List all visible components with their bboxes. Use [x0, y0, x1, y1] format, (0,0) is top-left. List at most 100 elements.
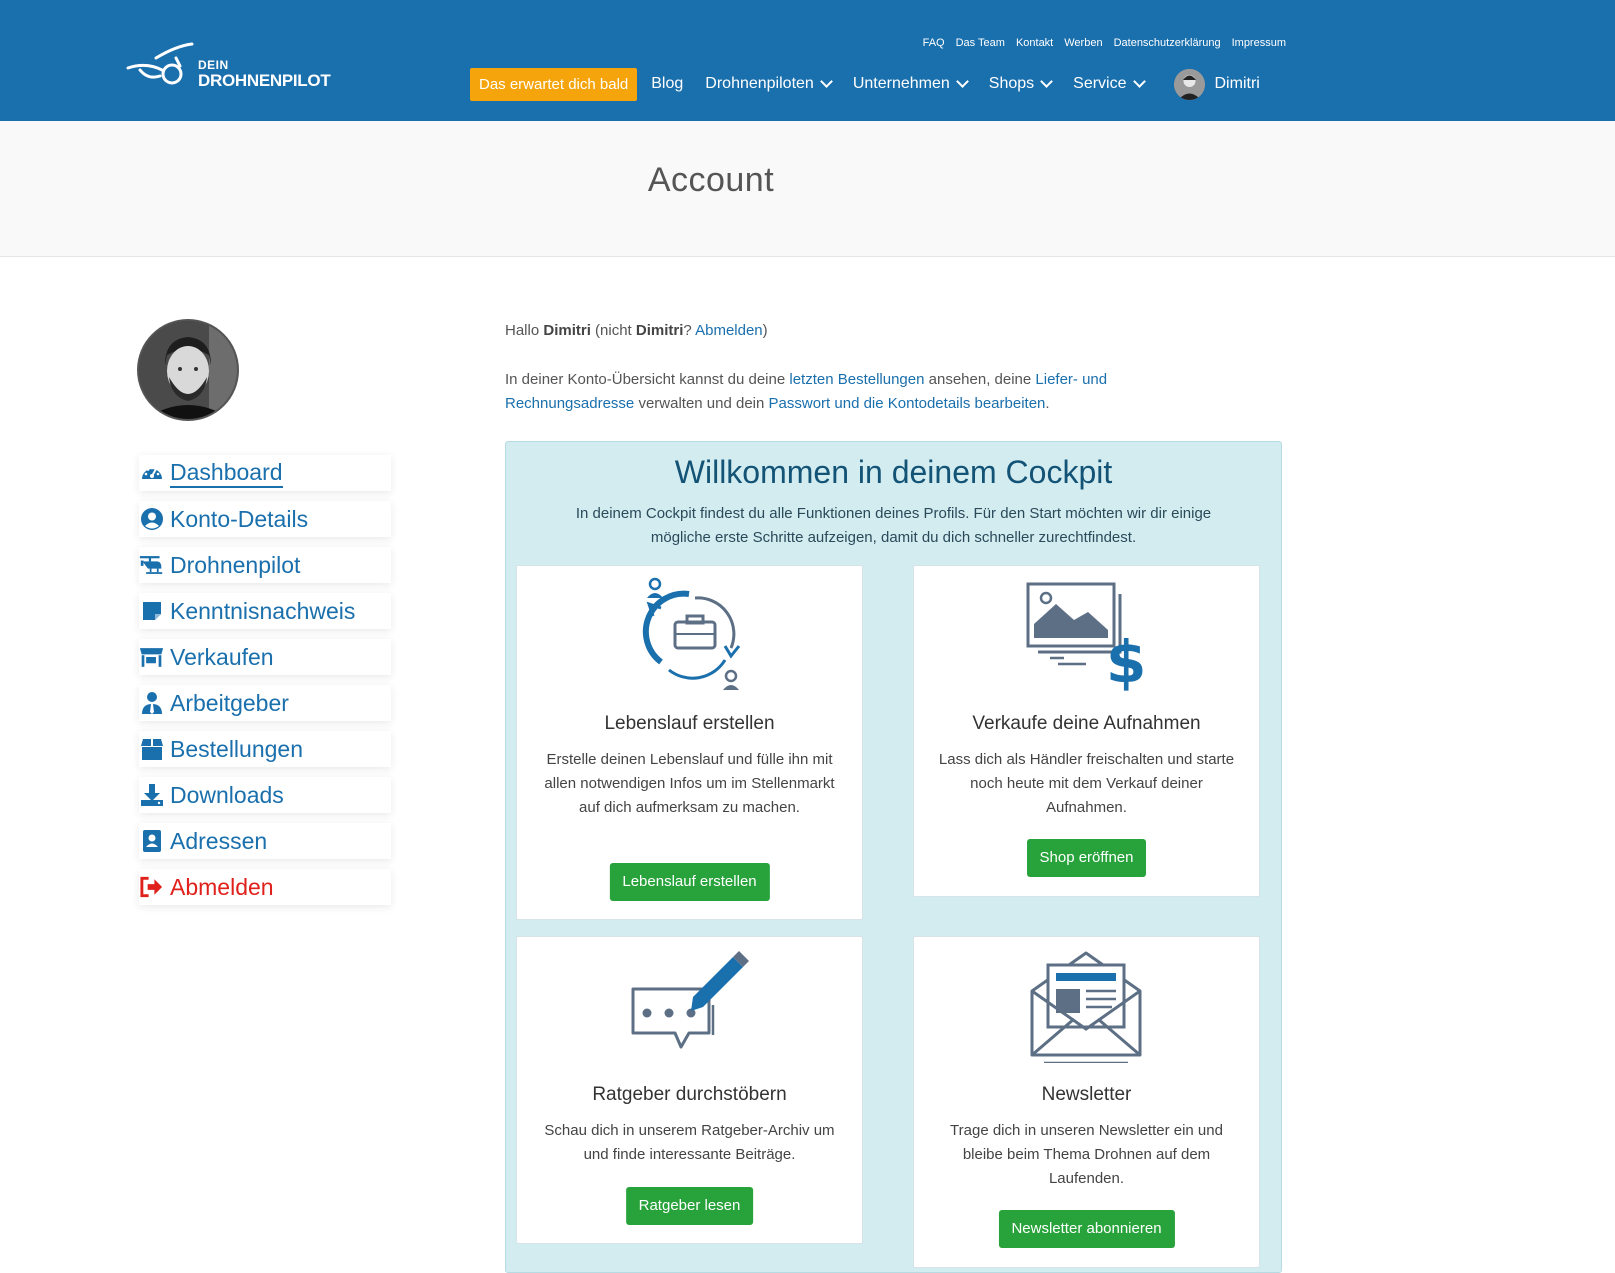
toplink-kontakt[interactable]: Kontakt	[1016, 37, 1053, 49]
main-nav: Das erwartet dich bald Blog Drohnenpilot…	[470, 66, 1260, 102]
sidebar-item-kenntnisnachweis[interactable]: Kenntnisnachweis	[139, 593, 391, 629]
greeting-name: Dimitri	[543, 322, 591, 339]
chevron-down-icon	[1040, 75, 1054, 88]
greeting-hallo: Hallo	[505, 322, 540, 339]
employer-icon	[139, 691, 164, 716]
nav-drohnenpiloten[interactable]: Drohnenpiloten	[705, 75, 833, 93]
newsletter-envelope-icon	[914, 943, 1259, 1065]
chevron-down-icon	[819, 75, 833, 88]
profile-avatar	[139, 321, 237, 419]
card-verkaufen: $ Verkaufe deine Aufnahmen Lass dich als…	[913, 565, 1260, 897]
chevron-down-icon	[955, 75, 969, 88]
card-title: Lebenslauf erstellen	[604, 713, 775, 734]
card-text: Erstelle deinen Lebenslauf und fülle ihn…	[544, 751, 835, 816]
nav-unternehmen-label: Unternehmen	[852, 75, 950, 92]
cockpit-description: In deinem Cockpit findest du alle Funkti…	[575, 505, 1212, 546]
cv-cycle-icon	[517, 572, 862, 692]
sidebar-item-label: Kenntnisnachweis	[170, 597, 356, 624]
sidebar-item-verkaufen[interactable]: Verkaufen	[139, 639, 391, 675]
note-icon	[139, 599, 164, 624]
image-sale-icon: $	[914, 572, 1259, 696]
sidebar-item-label: Dashboard	[170, 459, 283, 488]
card-title: Ratgeber durchstöbern	[592, 1084, 787, 1105]
top-links: FAQ Das Team Kontakt Werben Datenschutze…	[923, 37, 1286, 49]
page-title-band: Account	[0, 121, 1615, 257]
drone-pilot-logo-icon	[126, 42, 194, 85]
account-intro: In deiner Konto-Übersicht kannst du dein…	[505, 368, 1225, 416]
card-title: Newsletter	[1041, 1084, 1132, 1105]
sidebar-item-abmelden[interactable]: Abmelden	[139, 869, 391, 905]
sidebar-item-label: Bestellungen	[170, 735, 303, 762]
sidebar-item-downloads[interactable]: Downloads	[139, 777, 391, 813]
sidebar-item-konto-details[interactable]: Konto-Details	[139, 501, 391, 537]
intro-text-1: In deiner Konto-Übersicht kannst du dein…	[505, 371, 786, 388]
nav-blog[interactable]: Blog	[651, 75, 683, 93]
cockpit-panel: Willkommen in deinem Cockpit In deinem C…	[505, 441, 1282, 1273]
nav-drohnenpiloten-label: Drohnenpiloten	[705, 75, 814, 92]
logo-text-small: DEIN	[198, 58, 229, 72]
card-text: Lass dich als Händler freischalten und s…	[938, 751, 1235, 816]
nav-service[interactable]: Service	[1073, 75, 1146, 93]
toplink-datenschutz[interactable]: Datenschutzerklärung	[1114, 37, 1221, 49]
chevron-down-icon	[1132, 75, 1146, 88]
greeting-name2: Dimitri	[635, 322, 684, 339]
card-title: Verkaufe deine Aufnahmen	[972, 713, 1201, 734]
nav-user-name: Dimitri	[1214, 75, 1260, 92]
greeting-nicht: (nicht	[595, 322, 632, 339]
greeting-question: ?	[683, 322, 692, 339]
address-book-icon	[139, 829, 164, 854]
sidebar-item-label: Abmelden	[170, 873, 274, 900]
nav-shops-label: Shops	[988, 75, 1035, 92]
box-icon	[139, 737, 164, 762]
card-text: Schau dich in unserem Ratgeber-Archiv um…	[544, 1122, 835, 1163]
intro-text-4: .	[1045, 395, 1050, 412]
sidebar-item-label: Konto-Details	[170, 505, 309, 532]
create-cv-button[interactable]: Lebenslauf erstellen	[609, 863, 770, 901]
greeting: Hallo Dimitri (nicht Dimitri? Abmelden)	[505, 322, 768, 339]
sidebar-item-dashboard[interactable]: Dashboard	[139, 455, 391, 491]
orders-link[interactable]: letzten Bestellungen	[789, 371, 924, 388]
account-details-link[interactable]: Passwort und die Kontodetails bearbeiten	[769, 395, 1046, 412]
sidebar-item-bestellungen[interactable]: Bestellungen	[139, 731, 391, 767]
sidebar-item-label: Verkaufen	[170, 643, 274, 670]
nav-service-label: Service	[1073, 75, 1127, 92]
nav-user-menu[interactable]: Dimitri	[1173, 68, 1260, 100]
greeting-logout-link[interactable]: Abmelden	[695, 322, 763, 339]
sidebar-item-adressen[interactable]: Adressen	[139, 823, 391, 859]
user-circle-icon	[139, 507, 164, 532]
page-title: Account	[647, 161, 775, 199]
toplink-team[interactable]: Das Team	[956, 37, 1005, 49]
open-shop-button[interactable]: Shop eröffnen	[1026, 839, 1147, 877]
subscribe-newsletter-button[interactable]: Newsletter abonnieren	[998, 1210, 1175, 1248]
nav-unternehmen[interactable]: Unternehmen	[852, 75, 969, 93]
site-header: DEIN DROHNENPILOT FAQ Das Team Kontakt W…	[0, 0, 1615, 121]
cta-button[interactable]: Das erwartet dich bald	[470, 67, 638, 101]
sidebar-item-label: Adressen	[170, 827, 268, 854]
toplink-impressum[interactable]: Impressum	[1232, 37, 1286, 49]
intro-text-2: ansehen, deine	[928, 371, 1032, 388]
toplink-werben[interactable]: Werben	[1064, 37, 1102, 49]
cockpit-title: Willkommen in deinem Cockpit	[674, 454, 1113, 490]
svg-text:$: $	[1106, 628, 1146, 692]
greeting-close: )	[762, 322, 768, 339]
read-guide-button[interactable]: Ratgeber lesen	[625, 1187, 754, 1225]
sidebar-item-label: Downloads	[170, 781, 284, 808]
store-icon	[139, 645, 164, 670]
account-menu: Dashboard Konto-Details Drohnenpilot Ken…	[139, 455, 391, 915]
intro-text-3: verwalten und dein	[638, 395, 765, 412]
toplink-faq[interactable]: FAQ	[923, 37, 945, 49]
dashboard-icon	[139, 461, 164, 486]
card-newsletter: Newsletter Trage dich in unseren Newslet…	[913, 936, 1260, 1268]
helicopter-icon	[139, 553, 164, 578]
sidebar-item-label: Arbeitgeber	[170, 689, 289, 716]
card-ratgeber: Ratgeber durchstöbern Schau dich in unse…	[516, 936, 863, 1244]
logo-text-big: DROHNENPILOT	[198, 71, 331, 90]
nav-shops[interactable]: Shops	[988, 75, 1054, 93]
card-lebenslauf: Lebenslauf erstellen Erstelle deinen Leb…	[516, 565, 863, 920]
sidebar-item-arbeitgeber[interactable]: Arbeitgeber	[139, 685, 391, 721]
sidebar-item-label: Drohnenpilot	[170, 551, 301, 578]
user-avatar	[1173, 68, 1205, 100]
sidebar-item-drohnenpilot[interactable]: Drohnenpilot	[139, 547, 391, 583]
sign-out-icon	[139, 875, 164, 900]
site-logo[interactable]: DEIN DROHNENPILOT	[126, 40, 336, 96]
